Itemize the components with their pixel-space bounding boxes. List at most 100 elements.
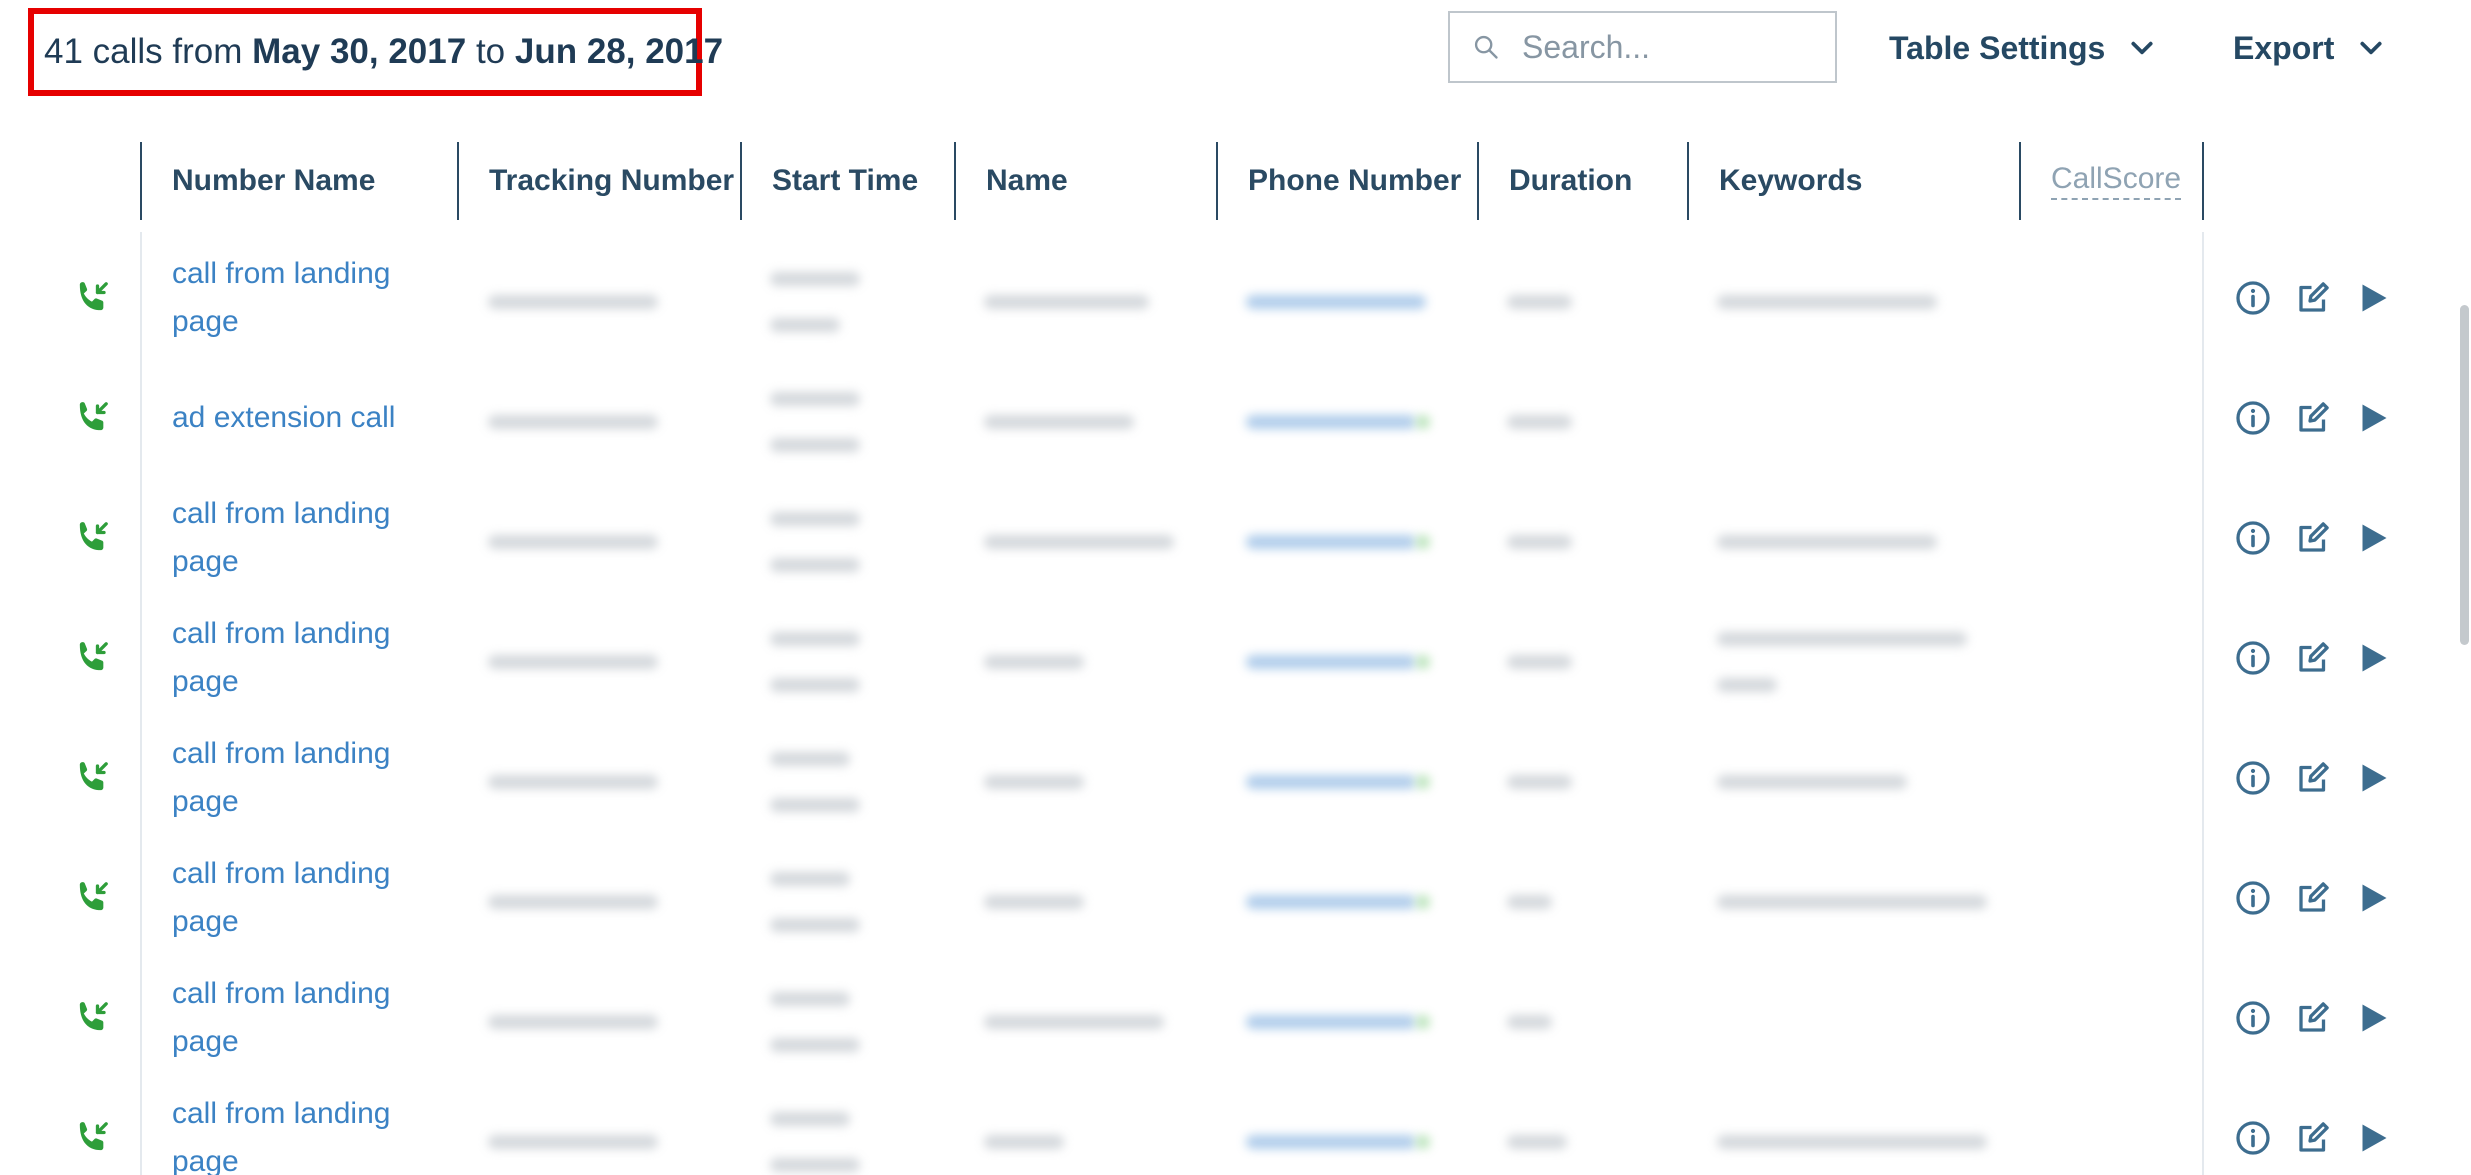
redacted-cell-content (1246, 775, 1416, 789)
redacted-cell-content (488, 295, 658, 309)
redacted-cell-content (1246, 415, 1416, 429)
column-header-name[interactable]: Name (954, 142, 1216, 220)
edit-icon[interactable] (2295, 400, 2331, 436)
number-name-link[interactable]: call from landing page (172, 490, 432, 586)
column-header-callscore[interactable]: CallScore (2019, 142, 2202, 220)
redacted-cell-content (770, 918, 860, 932)
number-name-link[interactable]: call from landing page (172, 610, 432, 706)
number-name-link[interactable]: call from landing page (172, 970, 432, 1066)
table-row[interactable]: call from landing page (0, 958, 2471, 1078)
info-icon[interactable] (2235, 760, 2271, 796)
table-row[interactable]: call from landing page (0, 238, 2471, 358)
search-input[interactable] (1522, 28, 1822, 66)
redacted-cell-content (770, 558, 860, 572)
info-icon[interactable] (2235, 400, 2271, 436)
redacted-cell-content (1507, 1135, 1567, 1149)
incoming-call-icon (79, 1002, 108, 1031)
column-header-tracking-number[interactable]: Tracking Number (457, 142, 740, 220)
redacted-cell-content (488, 1135, 658, 1149)
info-icon[interactable] (2235, 1120, 2271, 1156)
redacted-cell-content (770, 1038, 860, 1052)
redacted-cell-content (770, 1158, 860, 1172)
info-icon[interactable] (2235, 880, 2271, 916)
table-row[interactable]: ad extension call (0, 358, 2471, 478)
export-dropdown[interactable]: Export (2233, 20, 2384, 76)
info-icon[interactable] (2235, 280, 2271, 316)
redacted-cell-content (770, 512, 860, 526)
redacted-cell-content (770, 438, 860, 452)
redacted-cell-content (488, 775, 658, 789)
play-icon[interactable] (2355, 1000, 2391, 1036)
redacted-cell-content (1246, 895, 1416, 909)
table-row[interactable]: call from landing page (0, 838, 2471, 958)
export-label: Export (2233, 29, 2335, 66)
edit-icon[interactable] (2295, 760, 2331, 796)
play-icon[interactable] (2355, 880, 2391, 916)
number-name-link[interactable]: ad extension call (172, 394, 432, 442)
play-icon[interactable] (2355, 760, 2391, 796)
redacted-cell-content (1416, 1135, 1430, 1149)
redacted-cell-content (1717, 678, 1777, 692)
info-icon[interactable] (2235, 640, 2271, 676)
redacted-cell-content (488, 535, 658, 549)
row-actions (2235, 280, 2391, 316)
edit-icon[interactable] (2295, 880, 2331, 916)
column-header-start-time[interactable]: Start Time (740, 142, 954, 220)
redacted-cell-content (1416, 655, 1430, 669)
edit-icon[interactable] (2295, 1000, 2331, 1036)
column-header-keywords[interactable]: Keywords (1687, 142, 2019, 220)
row-actions (2235, 400, 2391, 436)
edit-icon[interactable] (2295, 520, 2331, 556)
column-header-duration[interactable]: Duration (1477, 142, 1687, 220)
play-icon[interactable] (2355, 1120, 2391, 1156)
redacted-cell-content (1717, 775, 1907, 789)
number-name-link[interactable]: call from landing page (172, 250, 432, 346)
redacted-cell-content (1246, 295, 1426, 309)
row-actions (2235, 1120, 2391, 1156)
scrollbar-thumb[interactable] (2460, 305, 2469, 645)
edit-icon[interactable] (2295, 640, 2331, 676)
edit-icon[interactable] (2295, 1120, 2331, 1156)
column-header-phone-number[interactable]: Phone Number (1216, 142, 1477, 220)
redacted-cell-content (1246, 655, 1416, 669)
search-box[interactable] (1448, 11, 1837, 83)
row-actions (2235, 760, 2391, 796)
header-divider (2202, 142, 2204, 220)
redacted-cell-content (770, 992, 850, 1006)
incoming-call-icon (79, 522, 108, 551)
end-date: Jun 28, 2017 (514, 32, 724, 71)
redacted-cell-content (770, 872, 850, 886)
number-name-link[interactable]: call from landing page (172, 730, 432, 826)
play-icon[interactable] (2355, 400, 2391, 436)
redacted-cell-content (770, 798, 860, 812)
redacted-cell-content (488, 655, 658, 669)
redacted-cell-content (984, 1135, 1064, 1149)
incoming-call-icon (79, 402, 108, 431)
column-header-number-name[interactable]: Number Name (140, 142, 457, 220)
chevron-down-icon (2131, 41, 2153, 55)
table-row[interactable]: call from landing page (0, 718, 2471, 838)
redacted-cell-content (984, 535, 1174, 549)
incoming-call-icon (79, 1122, 108, 1151)
redacted-cell-content (1416, 775, 1430, 789)
edit-icon[interactable] (2295, 280, 2331, 316)
number-name-link[interactable]: call from landing page (172, 850, 432, 946)
redacted-cell-content (1507, 535, 1572, 549)
table-row[interactable]: call from landing page (0, 598, 2471, 718)
play-icon[interactable] (2355, 520, 2391, 556)
incoming-call-icon (79, 762, 108, 791)
play-icon[interactable] (2355, 280, 2391, 316)
info-icon[interactable] (2235, 1000, 2271, 1036)
row-actions (2235, 1000, 2391, 1036)
table-settings-dropdown[interactable]: Table Settings (1889, 20, 2155, 76)
play-icon[interactable] (2355, 640, 2391, 676)
number-name-link[interactable]: call from landing page (172, 1090, 432, 1175)
redacted-cell-content (1507, 895, 1552, 909)
chevron-down-icon (2360, 41, 2382, 55)
redacted-cell-content (488, 415, 658, 429)
incoming-call-icon (79, 282, 108, 311)
table-row[interactable]: call from landing page (0, 1078, 2471, 1175)
info-icon[interactable] (2235, 520, 2271, 556)
table-row[interactable]: call from landing page (0, 478, 2471, 598)
redacted-cell-content (1246, 1015, 1416, 1029)
